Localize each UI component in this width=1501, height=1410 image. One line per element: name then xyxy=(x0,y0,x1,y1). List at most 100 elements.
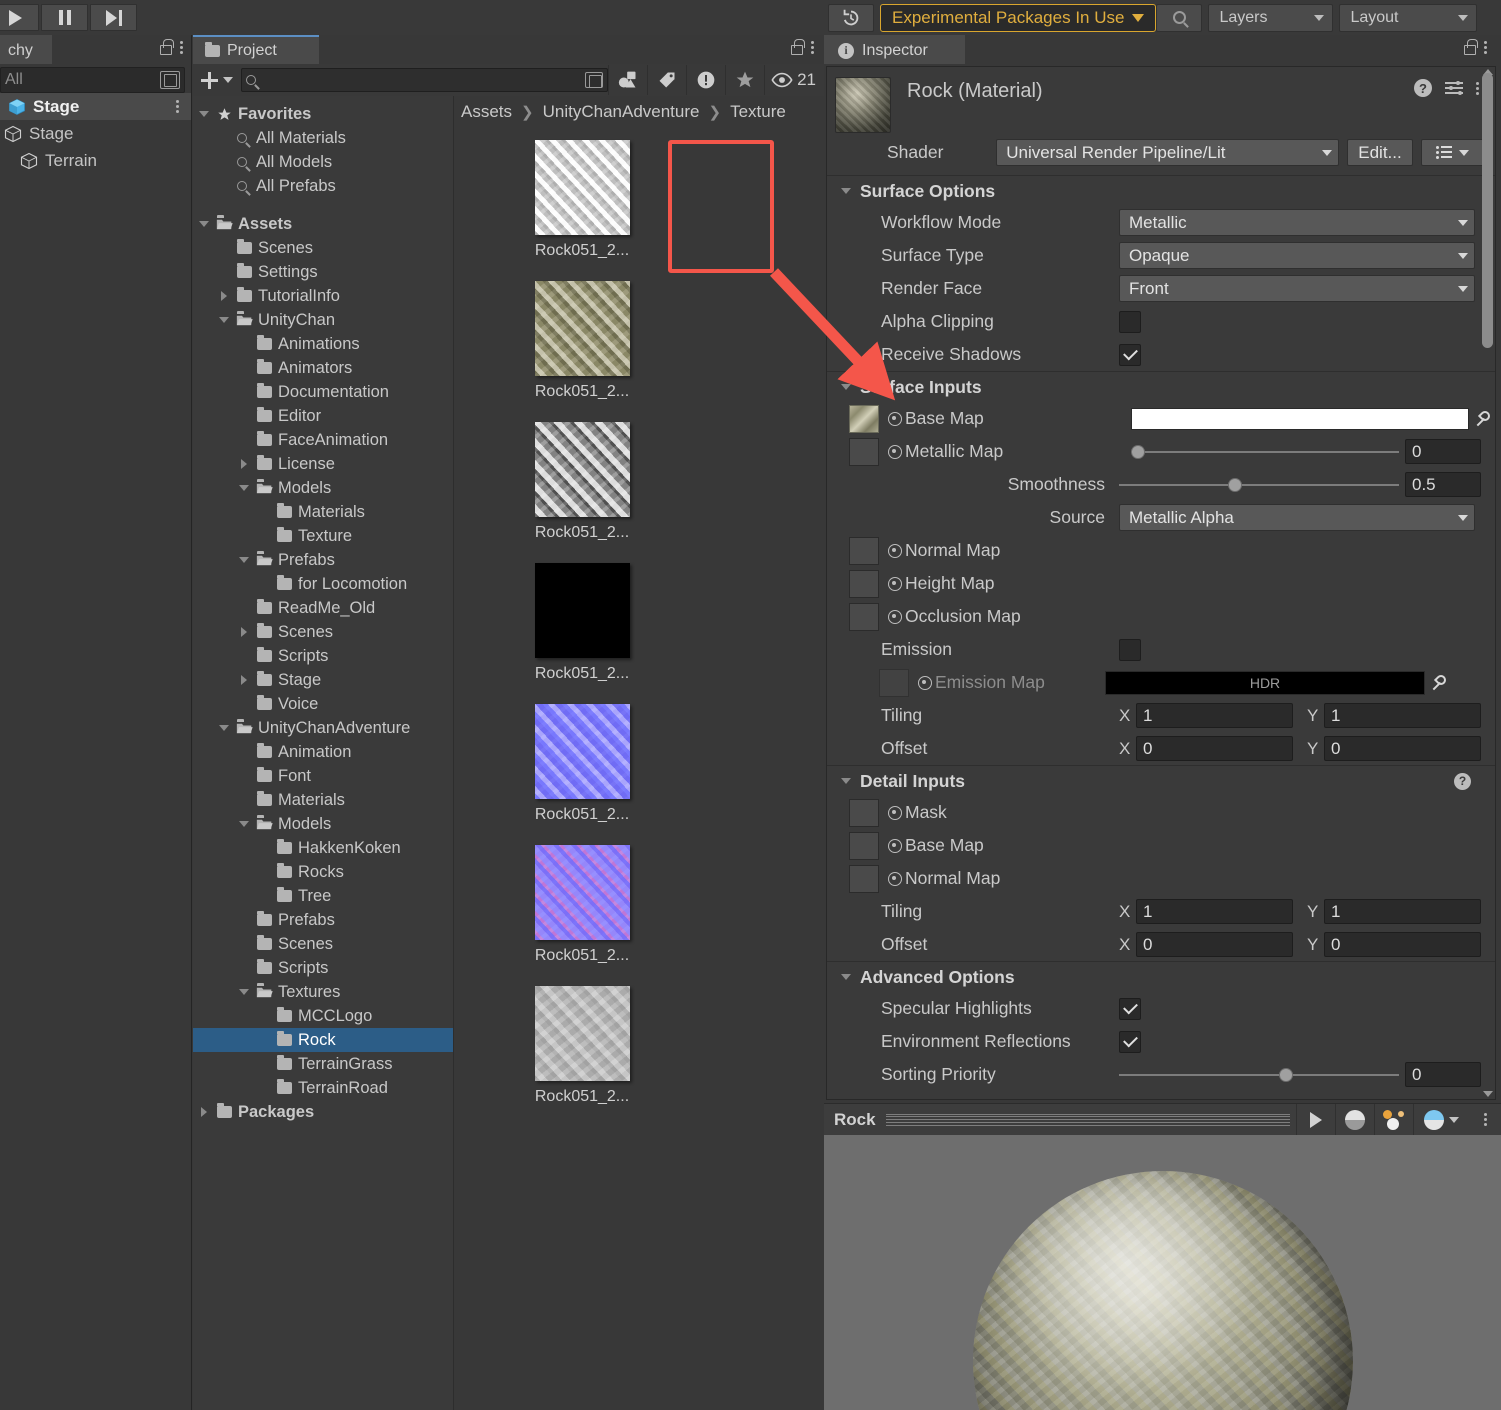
tree-item-mcclogo[interactable]: MCCLogo xyxy=(193,1004,453,1028)
tree-item-scenes[interactable]: Scenes xyxy=(193,620,453,644)
undo-history-button[interactable] xyxy=(828,4,874,32)
visible-meta-files-toggle[interactable]: 21 xyxy=(764,65,822,95)
search-in-window-icon[interactable] xyxy=(585,72,603,88)
field-x[interactable]: 0 xyxy=(1136,736,1293,761)
tree-item-font[interactable]: Font xyxy=(193,764,453,788)
experimental-packages-badge[interactable]: Experimental Packages In Use xyxy=(880,4,1156,32)
checkbox-alpha-clipping[interactable] xyxy=(1119,311,1141,333)
number-field-smoothness[interactable]: 0.5 xyxy=(1405,472,1481,497)
asset-item[interactable]: Rock051_2... xyxy=(498,563,666,683)
field-y[interactable]: 0 xyxy=(1324,736,1481,761)
scroll-down-icon[interactable] xyxy=(1483,1091,1493,1097)
slider-handle[interactable] xyxy=(1279,1068,1293,1082)
tree-item-texture[interactable]: Texture xyxy=(193,524,453,548)
tree-item-models[interactable]: Models xyxy=(193,476,453,500)
filter-by-label-button[interactable] xyxy=(647,65,686,95)
tree-expand-toggle[interactable] xyxy=(237,821,251,827)
project-search-input[interactable] xyxy=(241,68,608,92)
tree-item-readme-old[interactable]: ReadMe_Old xyxy=(193,596,453,620)
slider-sorting-priority[interactable] xyxy=(1119,1065,1399,1085)
field-y[interactable]: 1 xyxy=(1324,899,1481,924)
property-target-icon[interactable] xyxy=(918,676,932,690)
section-header-surface-inputs[interactable]: Surface Inputs xyxy=(827,371,1495,402)
pause-button[interactable] xyxy=(41,4,88,31)
shader-dropdown[interactable]: Universal Render Pipeline/Lit xyxy=(996,139,1339,166)
texture-slot-occlusion-map[interactable] xyxy=(849,603,879,631)
filter-by-type-button[interactable] xyxy=(608,65,647,95)
checkbox-receive-shadows[interactable] xyxy=(1119,344,1141,366)
tree-expand-toggle[interactable] xyxy=(237,989,251,995)
breadcrumb-item-texture[interactable]: Texture xyxy=(730,102,786,122)
tree-item-all-models[interactable]: All Models xyxy=(193,150,453,174)
field-x[interactable]: 0 xyxy=(1136,932,1293,957)
hierarchy-item-terrain[interactable]: Terrain xyxy=(0,147,191,174)
kebab-menu-icon[interactable] xyxy=(1484,41,1487,54)
field-x[interactable]: 1 xyxy=(1136,703,1293,728)
tree-item-materials[interactable]: Materials xyxy=(193,788,453,812)
tree-item-favorites[interactable]: Favorites xyxy=(193,102,453,126)
preset-icon[interactable] xyxy=(1445,81,1463,96)
kebab-menu-icon[interactable] xyxy=(176,100,179,113)
inspector-scrollbar[interactable] xyxy=(1481,69,1494,1097)
tree-item-scenes[interactable]: Scenes xyxy=(193,932,453,956)
edit-shader-button[interactable]: Edit... xyxy=(1347,139,1412,166)
tree-item-documentation[interactable]: Documentation xyxy=(193,380,453,404)
asset-item[interactable]: Rock051_2... xyxy=(498,986,666,1106)
slider-smoothness[interactable] xyxy=(1119,475,1399,495)
tree-item-terraingrass[interactable]: TerrainGrass xyxy=(193,1052,453,1076)
tree-item-unitychanadventure[interactable]: UnityChanAdventure xyxy=(193,716,453,740)
create-asset-button[interactable] xyxy=(195,66,241,94)
preview-lighting-button[interactable] xyxy=(1374,1104,1413,1136)
tree-item-settings[interactable]: Settings xyxy=(193,260,453,284)
section-header-detail-inputs[interactable]: Detail Inputs? xyxy=(827,765,1495,796)
filter-favorites-button[interactable] xyxy=(725,65,764,95)
tree-item-packages[interactable]: Packages xyxy=(193,1100,453,1124)
checkbox-environment-reflections[interactable] xyxy=(1119,1031,1141,1053)
tree-item-prefabs[interactable]: Prefabs xyxy=(193,548,453,572)
asset-item[interactable]: Rock051_2... xyxy=(498,704,666,824)
section-header-advanced-options[interactable]: Advanced Options xyxy=(827,961,1495,992)
texture-slot-base-map[interactable] xyxy=(849,405,879,433)
kebab-menu-icon[interactable] xyxy=(811,41,814,54)
tree-item-tree[interactable]: Tree xyxy=(193,884,453,908)
frame-icon[interactable] xyxy=(160,71,180,89)
asset-thumbnail[interactable] xyxy=(535,986,630,1081)
tree-item-terrainroad[interactable]: TerrainRoad xyxy=(193,1076,453,1100)
scrollbar-thumb[interactable] xyxy=(1482,73,1493,348)
hierarchy-item-stage-root[interactable]: Stage xyxy=(0,93,191,120)
tab-project[interactable]: Project xyxy=(193,35,319,64)
asset-thumbnail[interactable] xyxy=(535,281,630,376)
layers-dropdown[interactable]: Layers xyxy=(1208,4,1333,32)
tree-item-license[interactable]: License xyxy=(193,452,453,476)
material-preview-viewport[interactable] xyxy=(824,1135,1501,1410)
texture-slot-mask[interactable] xyxy=(849,799,879,827)
tree-item-all-prefabs[interactable]: All Prefabs xyxy=(193,174,453,198)
preview-mesh-button[interactable] xyxy=(1335,1104,1374,1136)
shader-options-button[interactable] xyxy=(1421,139,1485,166)
number-field-metallic-map[interactable]: 0 xyxy=(1405,439,1481,464)
tree-expand-toggle[interactable] xyxy=(197,1107,211,1117)
tree-expand-toggle[interactable] xyxy=(217,317,231,323)
tree-item-animations[interactable]: Animations xyxy=(193,332,453,356)
tree-item-textures[interactable]: Textures xyxy=(193,980,453,1004)
breadcrumb-item-unitychanadventure[interactable]: UnityChanAdventure xyxy=(543,102,700,122)
property-target-icon[interactable] xyxy=(888,445,902,459)
eyedropper-button[interactable] xyxy=(1425,671,1451,695)
property-target-icon[interactable] xyxy=(888,544,902,558)
tree-item-prefabs[interactable]: Prefabs xyxy=(193,908,453,932)
tree-item-materials[interactable]: Materials xyxy=(193,500,453,524)
play-button[interactable] xyxy=(0,4,39,31)
tree-item-for-locomotion[interactable]: for Locomotion xyxy=(193,572,453,596)
dropdown-workflow-mode[interactable]: Metallic xyxy=(1119,209,1475,236)
asset-thumbnail[interactable] xyxy=(535,704,630,799)
tree-expand-toggle[interactable] xyxy=(217,725,231,731)
tree-item-animation[interactable]: Animation xyxy=(193,740,453,764)
dropdown-source[interactable]: Metallic Alpha xyxy=(1119,504,1475,531)
tab-hierarchy[interactable]: chy xyxy=(0,35,52,64)
tree-item-rocks[interactable]: Rocks xyxy=(193,860,453,884)
preview-environment-button[interactable] xyxy=(1413,1104,1469,1136)
preview-play-button[interactable] xyxy=(1296,1104,1335,1136)
tree-expand-toggle[interactable] xyxy=(237,557,251,563)
asset-item[interactable]: Rock051_2... xyxy=(498,422,666,542)
tree-item-stage[interactable]: Stage xyxy=(193,668,453,692)
